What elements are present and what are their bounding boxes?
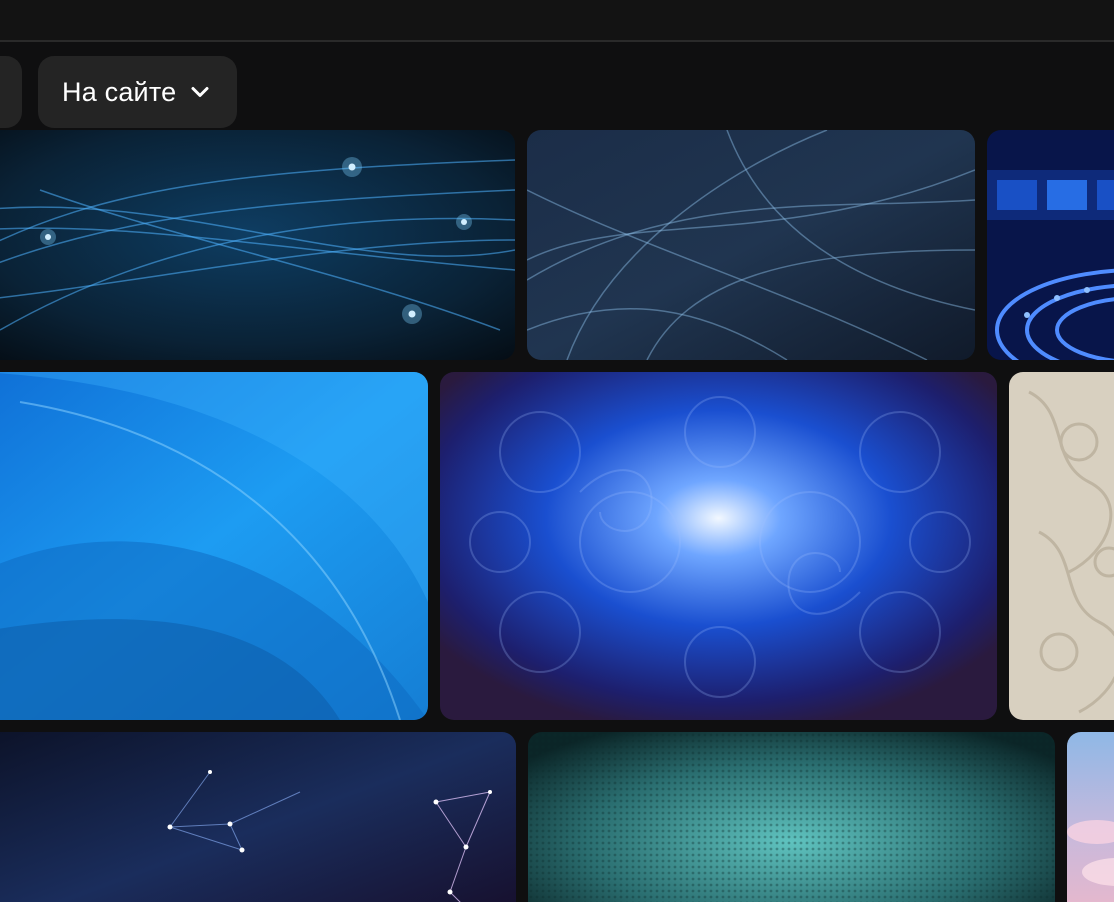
result-image-pink-sky-art [1067,732,1114,902]
result-image-blue-fractal-waves-art [527,130,975,360]
result-image-blue-light-streaks-art [0,130,515,360]
result-image-teal-mosaic-art [528,732,1055,902]
result-image-pink-sky[interactable] [1067,732,1114,902]
result-image-bright-blue-curves[interactable] [0,372,428,720]
result-image-blue-light-streaks[interactable] [0,130,515,360]
result-image-plexus-network[interactable] [0,732,516,902]
site-filter-dropdown[interactable]: На сайте [38,56,237,128]
top-bar [0,0,1114,40]
result-image-blue-paisley-pattern-art [440,372,997,720]
site-filter-label: На сайте [62,76,177,107]
result-image-blue-stage-rings-art [987,130,1114,360]
result-image-beige-damask[interactable] [1009,372,1114,720]
filter-chip-partial[interactable] [0,56,22,128]
result-image-beige-damask-art [1009,372,1114,720]
result-image-teal-mosaic[interactable] [528,732,1055,902]
image-search-results-page: На сайте [0,0,1114,902]
result-image-bright-blue-curves-art [0,372,428,720]
result-image-blue-stage-rings[interactable] [987,130,1114,360]
result-image-blue-paisley-pattern[interactable] [440,372,997,720]
result-image-blue-fractal-waves[interactable] [527,130,975,360]
result-image-plexus-network-art [0,732,516,902]
filter-bar: На сайте [0,42,1114,142]
chevron-down-icon [191,87,209,97]
